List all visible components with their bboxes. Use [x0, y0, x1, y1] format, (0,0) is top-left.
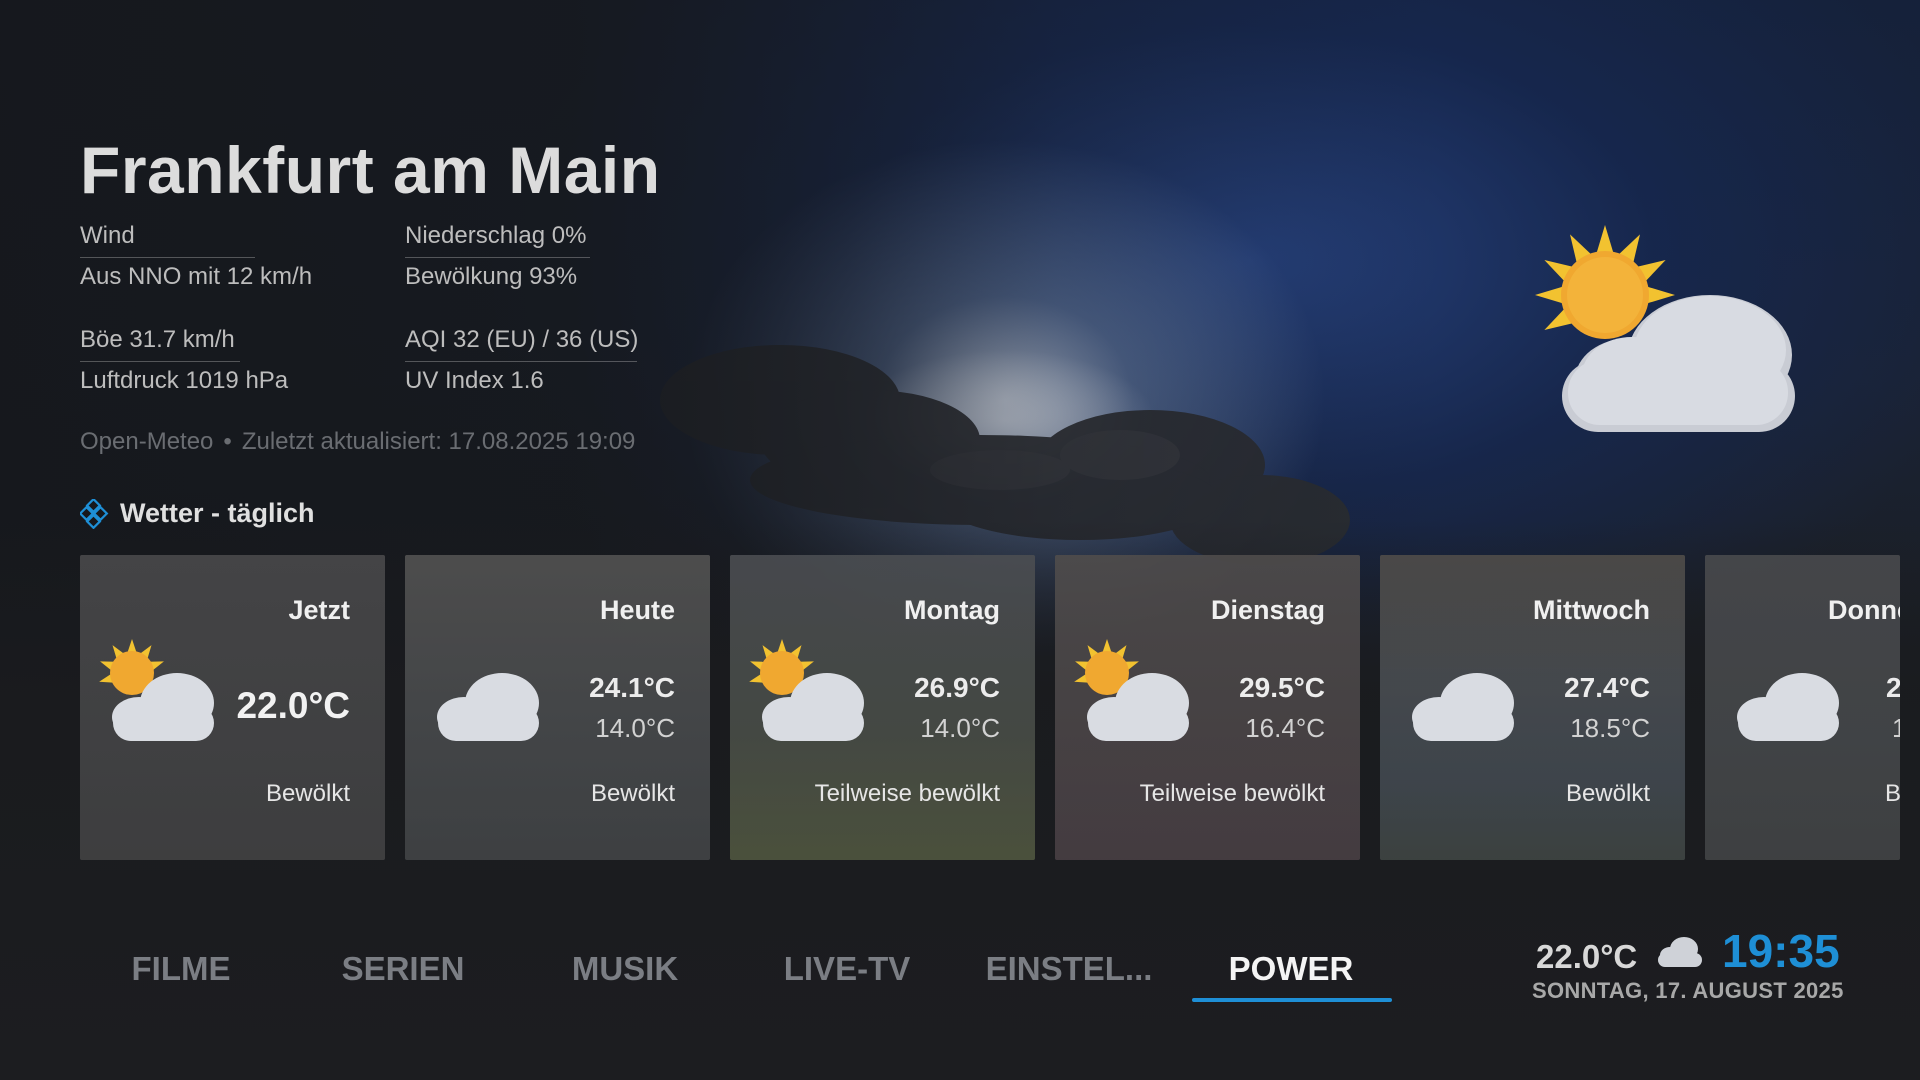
date: SONNTAG, 17. AUGUST 2025	[1532, 978, 1844, 1003]
forecast-high: 27.4°C	[1564, 672, 1650, 703]
divider	[405, 257, 590, 258]
nav-item-power[interactable]: POWER	[1191, 950, 1391, 988]
forecast-low: 18.5°C	[1570, 713, 1650, 743]
forecast-condition: B	[1885, 780, 1900, 807]
cloud-icon	[1737, 673, 1839, 741]
forecast-card-thursday[interactable]: Donne 2 1 B	[1705, 555, 1900, 860]
partly-cloudy-icon	[99, 639, 214, 741]
uv-index: UV Index 1.6	[405, 367, 544, 394]
nav-item-serien[interactable]: SERIEN	[303, 950, 503, 988]
divider	[80, 361, 240, 362]
weather-widget-icon	[80, 498, 109, 529]
precipitation: Niederschlag 0%	[405, 222, 587, 249]
nav-item-einstellungen[interactable]: EINSTEL...	[969, 950, 1169, 988]
active-tab-indicator	[1192, 998, 1392, 1002]
forecast-high: 24.1°C	[589, 672, 675, 703]
forecast-card-today[interactable]: Heute 24.1°C 14.0°C Bewölkt	[405, 555, 710, 860]
forecast-day: Jetzt	[288, 595, 350, 625]
pressure: Luftdruck 1019 hPa	[80, 367, 289, 394]
forecast-condition: Teilweise bewölkt	[1139, 780, 1325, 807]
forecast-condition: Bewölkt	[590, 780, 675, 807]
forecast-card-now[interactable]: Jetzt 22.0°C Bewölkt	[80, 555, 385, 860]
section-title: Wetter - täglich	[120, 498, 315, 528]
forecast-condition: Teilweise bewölkt	[814, 780, 1000, 807]
nav-item-live-tv[interactable]: LIVE-TV	[747, 950, 947, 988]
cloud-cover: Bewölkung 93%	[405, 263, 578, 290]
forecast-day: Heute	[599, 595, 675, 625]
forecast-day: Donne	[1828, 595, 1900, 625]
forecast-day: Mittwoch	[1533, 595, 1650, 625]
forecast-card-tuesday[interactable]: Dienstag 29.5°C 16.4°C Teilweise bewölkt	[1055, 555, 1360, 860]
wind-value: Aus NNO mit 12 km/h	[80, 263, 313, 290]
forecast-card-monday[interactable]: Montag 26.9°C 14.0°C Teilweise bewölkt	[730, 555, 1035, 860]
gust: Böe 31.7 km/h	[80, 326, 235, 353]
location-title: Frankfurt am Main	[80, 133, 661, 207]
nav-item-filme[interactable]: FILME	[81, 950, 281, 988]
forecast-card-wednesday[interactable]: Mittwoch 27.4°C 18.5°C Bewölkt	[1380, 555, 1685, 860]
clock: 19:35	[1722, 925, 1840, 977]
current-weather-icon	[1535, 225, 1795, 432]
cloud-icon	[1412, 673, 1514, 741]
forecast-day: Montag	[904, 595, 1000, 625]
forecast-low: 1	[1892, 713, 1900, 743]
partly-cloudy-icon	[749, 639, 864, 741]
divider	[80, 257, 255, 258]
forecast-temp: 22.0°C	[236, 685, 350, 726]
forecast-low: 14.0°C	[595, 713, 675, 743]
forecast-condition: Bewölkt	[1565, 780, 1650, 807]
forecast-high: 2	[1886, 672, 1900, 703]
forecast-high: 26.9°C	[914, 672, 1000, 703]
data-source: Open-Meteo • Zuletzt aktualisiert: 17.08.2…	[80, 428, 635, 456]
cloud-icon	[1658, 937, 1702, 967]
cloud-icon	[437, 673, 539, 741]
partly-cloudy-icon	[1074, 639, 1189, 741]
forecast-condition: Bewölkt	[265, 780, 350, 807]
forecast-low: 14.0°C	[920, 713, 1000, 743]
aqi: AQI 32 (EU) / 36 (US)	[405, 326, 639, 353]
separator: •	[223, 428, 232, 455]
last-updated: Zuletzt aktualisiert: 17.08.2025 19:09	[241, 428, 636, 455]
divider	[405, 361, 637, 362]
nav-item-musik[interactable]: MUSIK	[525, 950, 725, 988]
section-heading: Wetter - täglich	[80, 498, 315, 529]
forecast-day: Dienstag	[1210, 595, 1325, 625]
forecast-low: 16.4°C	[1245, 713, 1325, 743]
forecast-high: 29.5°C	[1239, 672, 1325, 703]
source-provider: Open-Meteo	[80, 428, 214, 455]
status-temperature: 22.0°C	[1536, 938, 1638, 975]
